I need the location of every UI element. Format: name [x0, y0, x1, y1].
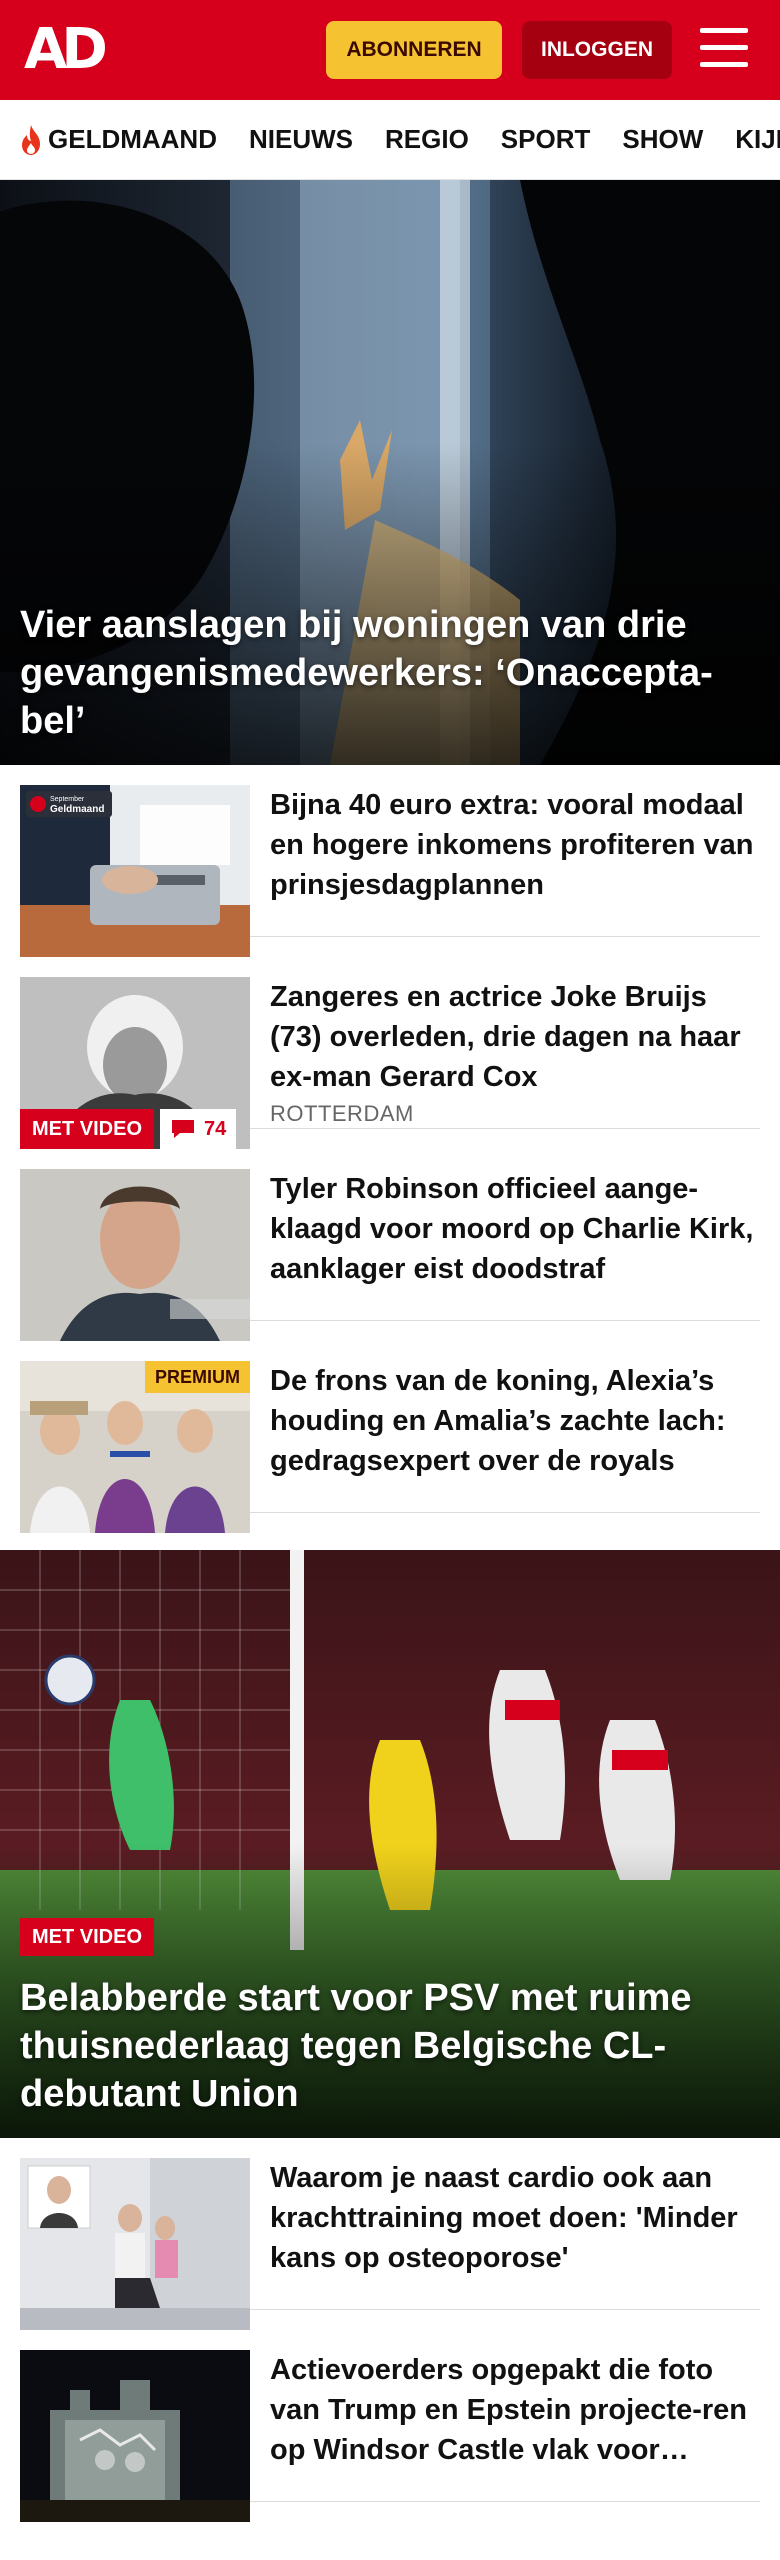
sport-hero-article[interactable]: MET VIDEO Belabberde start voor PSV met … [0, 1550, 780, 2138]
article-title[interactable]: De frons van de koning, Alexia’s houding… [270, 1361, 760, 1481]
ad-logo[interactable]: AD [24, 22, 116, 78]
comment-icon [172, 1120, 194, 1138]
article-title[interactable]: Tyler Robinson officieel aange-klaagd vo… [270, 1169, 760, 1289]
article-text: Bijna 40 euro extra: vooral modaal en ho… [270, 785, 760, 905]
premium-badge: PREMIUM [145, 1361, 250, 1393]
hero-title[interactable]: Vier aanslagen bij woningen van drie gev… [20, 601, 760, 745]
article-text: Waarom je naast cardio ook aan krachttra… [270, 2158, 760, 2278]
nav-item-nieuws[interactable]: NIEUWS [249, 124, 353, 155]
article-text: Tyler Robinson officieel aange-klaagd vo… [270, 1169, 760, 1289]
top-bar: AD ABONNEREN INLOGGEN [0, 0, 780, 100]
list-item[interactable]: PREMIUM De frons van de koning, Alexia’s… [20, 1341, 760, 1533]
list-item[interactable]: Actievoerders opgepakt die foto van Trum… [20, 2330, 760, 2522]
video-badge: MET VIDEO [20, 1109, 155, 1149]
flame-icon [22, 124, 40, 155]
hamburger-menu-icon[interactable] [700, 28, 752, 72]
article-location: ROTTERDAM [270, 1101, 414, 1126]
article-text: Zangeres en actrice Joke Bruijs (73) ove… [270, 977, 760, 1127]
article-thumbnail [20, 2158, 250, 2330]
list-item[interactable]: Waarom je naast cardio ook aan krachttra… [20, 2138, 760, 2330]
list-item[interactable]: Tyler Robinson officieel aange-klaagd vo… [20, 1149, 760, 1341]
article-thumbnail [20, 2350, 250, 2522]
sport-hero-title[interactable]: Belabberde start voor PSV met ruime thui… [20, 1974, 760, 2118]
nav-item-kijk[interactable]: KIJK [735, 124, 780, 155]
nav-item-show[interactable]: SHOW [622, 124, 703, 155]
list-item[interactable]: MET VIDEO 74 Zangeres en actrice Joke Br… [20, 957, 760, 1149]
subscribe-button[interactable]: ABONNEREN [326, 21, 502, 79]
article-thumbnail: MET VIDEO 74 [20, 977, 250, 1149]
article-thumbnail: September Geldmaand [20, 785, 250, 957]
article-thumbnail: PREMIUM [20, 1361, 250, 1533]
section-nav: GELDMAAND NIEUWS REGIO SPORT SHOW KIJK [0, 100, 780, 180]
article-text: De frons van de koning, Alexia’s houding… [270, 1361, 760, 1481]
video-badge: MET VIDEO [20, 1918, 155, 1956]
article-title[interactable]: Waarom je naast cardio ook aan krachttra… [270, 2158, 760, 2278]
login-button[interactable]: INLOGGEN [522, 21, 672, 79]
comment-count: 74 [204, 1117, 227, 1140]
list-item[interactable]: September Geldmaand Bijna 40 euro extra:… [20, 765, 760, 957]
article-text: Actievoerders opgepakt die foto van Trum… [270, 2350, 760, 2470]
nav-item-label: GELDMAAND [48, 124, 217, 154]
nav-item-geldmaand[interactable]: GELDMAAND [18, 124, 217, 156]
hero-article[interactable]: Vier aanslagen bij woningen van drie gev… [0, 180, 780, 765]
nav-item-sport[interactable]: SPORT [501, 124, 591, 155]
comment-count-badge[interactable]: 74 [160, 1109, 237, 1149]
thumb-label: Geldmaand [50, 804, 104, 815]
nav-item-regio[interactable]: REGIO [385, 124, 469, 155]
article-thumbnail [20, 1169, 250, 1341]
article-title[interactable]: Bijna 40 euro extra: vooral modaal en ho… [270, 785, 760, 905]
article-title[interactable]: Zangeres en actrice Joke Bruijs (73) ove… [270, 977, 760, 1097]
thumb-label-small: September [50, 796, 85, 803]
article-title[interactable]: Actievoerders opgepakt die foto van Trum… [270, 2350, 760, 2470]
